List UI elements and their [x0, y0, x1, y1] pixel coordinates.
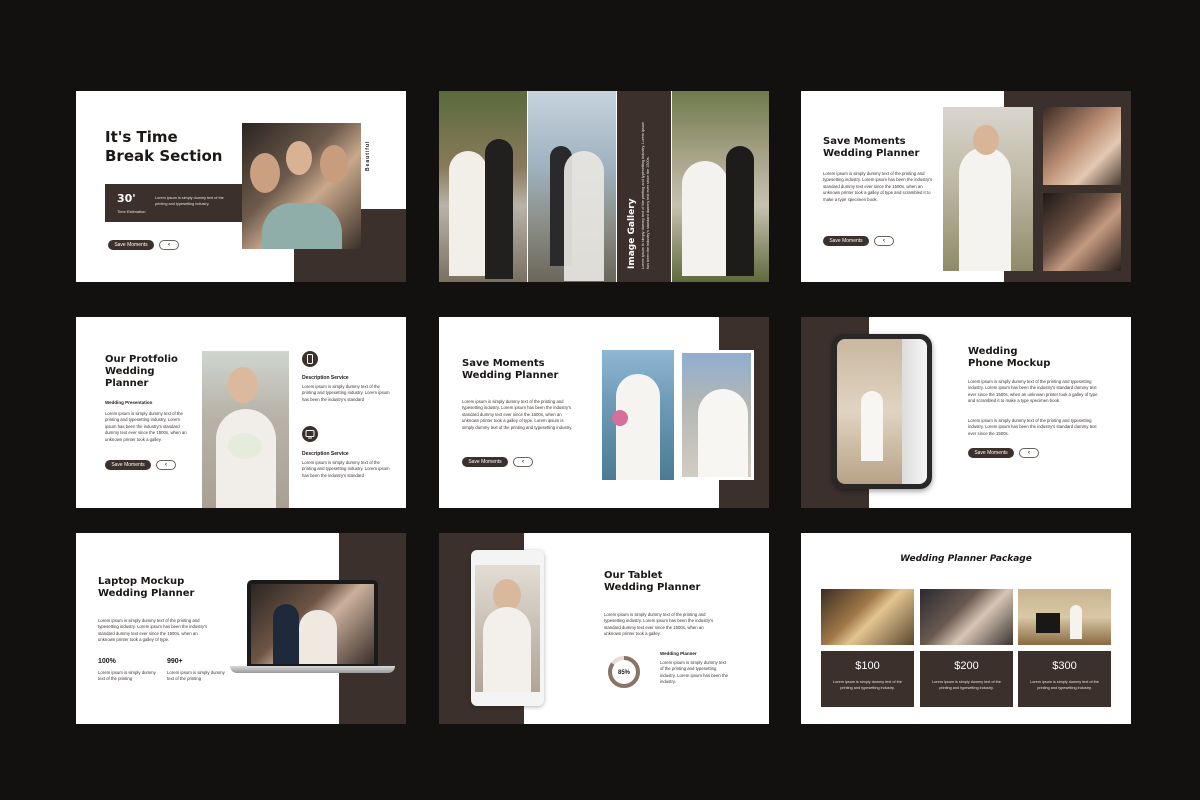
stat-text: Lorem ipsum is simply dummy text of the … [155, 196, 224, 206]
bride-stairs-photo [679, 350, 754, 480]
stat-1-value: 100% [98, 658, 116, 665]
slide-save-moments-2[interactable]: Save Moments Wedding Planner Lorem ipsum… [439, 317, 769, 508]
couple-beach-photo [528, 91, 616, 282]
prev-arrow-button[interactable]: ‹ [159, 240, 179, 250]
piano-hall-photo [1018, 589, 1111, 645]
couple-photo [920, 589, 1013, 645]
price-value: $100 [855, 660, 880, 672]
service-2-title: Description Service [302, 451, 349, 457]
stat-2-value: 990+ [167, 658, 183, 665]
service-1-title: Description Service [302, 375, 349, 381]
slide-text: Lorem ipsum is simply dummy text of the … [823, 171, 933, 202]
couple-closeup-photo [1043, 107, 1121, 185]
slide-image-gallery[interactable]: Image Gallery Lorem ipsum is simply dumm… [439, 91, 769, 282]
bride-field-photo [943, 107, 1033, 271]
gallery-text-panel: Image Gallery Lorem ipsum is simply dumm… [617, 91, 671, 282]
slide-title: Our Protfolio Wedding Planner [105, 354, 178, 389]
price-card-1[interactable]: $100 Lorem ipsum is simply dummy text of… [821, 651, 914, 707]
prev-arrow-button[interactable]: ‹ [1019, 448, 1039, 458]
slide-break-section[interactable]: It's Time Break Section 30' Time Estimat… [76, 91, 406, 282]
slide-laptop-mockup[interactable]: Laptop Mockup Wedding Planner Lorem ipsu… [76, 533, 406, 724]
stat-box: 30' Time Estimation Lorem ipsum is simpl… [105, 184, 242, 222]
bride-lake-photo [602, 350, 674, 480]
couple-garden-photo [672, 91, 769, 282]
prev-arrow-button[interactable]: ‹ [874, 236, 894, 246]
price-text: Lorem ipsum is simply dummy text of the … [1030, 680, 1099, 690]
progress-donut: 85% [608, 656, 640, 688]
service-2-text: Lorem ipsum is simply dummy text of the … [302, 460, 390, 478]
price-value: $200 [954, 660, 979, 672]
save-moments-button[interactable]: Save Moments [105, 460, 151, 470]
price-card-3[interactable]: $300 Lorem ipsum is simply dummy text of… [1018, 651, 1111, 707]
slide-text-1: Lorem ipsum is simply dummy text of the … [968, 379, 1098, 404]
slide-text: Lorem ipsum is simply dummy text of the … [98, 618, 208, 643]
slide-text: Lorem ipsum is simply dummy text of the … [105, 411, 187, 442]
monitor-icon [302, 426, 318, 442]
couple-portrait-photo [1043, 193, 1121, 271]
slide-title: It's Time Break Section [105, 128, 223, 165]
slide-title: Wedding Phone Mockup [968, 346, 1051, 369]
couple-wedding-photo [251, 584, 374, 664]
progress-title: Wedding Planner [660, 651, 697, 656]
slide-title: Save Moments Wedding Planner [823, 136, 920, 159]
slide-phone-mockup[interactable]: Wedding Phone Mockup Lorem ipsum is simp… [801, 317, 1131, 508]
price-card-2[interactable]: $200 Lorem ipsum is simply dummy text of… [920, 651, 1013, 707]
stat-value: 30' [117, 192, 136, 205]
slide-package[interactable]: Wedding Planner Package $100 Lorem ipsum… [801, 533, 1131, 724]
save-moments-button[interactable]: Save Moments [823, 236, 869, 246]
reception-photo [821, 589, 914, 645]
gallery-title: Image Gallery [627, 198, 637, 269]
slide-text-2: Lorem ipsum is simply dummy text of the … [968, 418, 1097, 436]
stat-2-text: Lorem ipsum is simply dummy text of the … [167, 670, 225, 682]
bride-veil-photo [475, 565, 540, 692]
slide-text: Lorem ipsum is simply dummy text of the … [604, 612, 714, 637]
slide-save-moments-1[interactable]: Save Moments Wedding Planner Lorem ipsum… [801, 91, 1131, 282]
vertical-word: Beautiful [365, 140, 371, 171]
price-value: $300 [1052, 660, 1077, 672]
tablet-mockup [471, 550, 544, 706]
stat-label: Time Estimation [117, 209, 146, 214]
price-text: Lorem ipsum is simply dummy text of the … [833, 680, 902, 690]
slide-subtitle: Wedding Presentation [105, 400, 153, 405]
slide-title: Save Moments Wedding Planner [462, 358, 559, 381]
stat-1-text: Lorem ipsum is simply dummy text of the … [98, 670, 156, 682]
save-moments-button[interactable]: Save Moments [108, 240, 154, 250]
slide-portfolio[interactable]: Our Protfolio Wedding Planner Wedding Pr… [76, 317, 406, 508]
laptop-mockup [230, 580, 395, 676]
couple-castle-photo [439, 91, 527, 282]
prev-arrow-button[interactable]: ‹ [156, 460, 176, 470]
phone-mockup [832, 334, 932, 489]
slide-title: Laptop Mockup Wedding Planner [98, 576, 195, 599]
progress-text: Lorem ipsum is simply dummy text of the … [660, 660, 728, 685]
slide-title: Our Tablet Wedding Planner [604, 570, 701, 593]
service-1-text: Lorem ipsum is simply dummy text of the … [302, 384, 390, 402]
gallery-text: Lorem ipsum is simply dummy text of the … [641, 121, 651, 269]
slide-text: Lorem ipsum is simply dummy text of the … [462, 399, 573, 430]
save-moments-button[interactable]: Save Moments [462, 457, 508, 467]
bride-bouquet-photo [202, 351, 289, 508]
progress-label: 85% [618, 670, 631, 676]
slide-title: Wedding Planner Package [900, 554, 1032, 564]
slide-tablet-mockup[interactable]: Our Tablet Wedding Planner Lorem ipsum i… [439, 533, 769, 724]
save-moments-button[interactable]: Save Moments [968, 448, 1014, 458]
phone-icon [302, 351, 318, 367]
price-text: Lorem ipsum is simply dummy text of the … [932, 680, 1001, 690]
friends-photo [242, 123, 361, 249]
prev-arrow-button[interactable]: ‹ [513, 457, 533, 467]
